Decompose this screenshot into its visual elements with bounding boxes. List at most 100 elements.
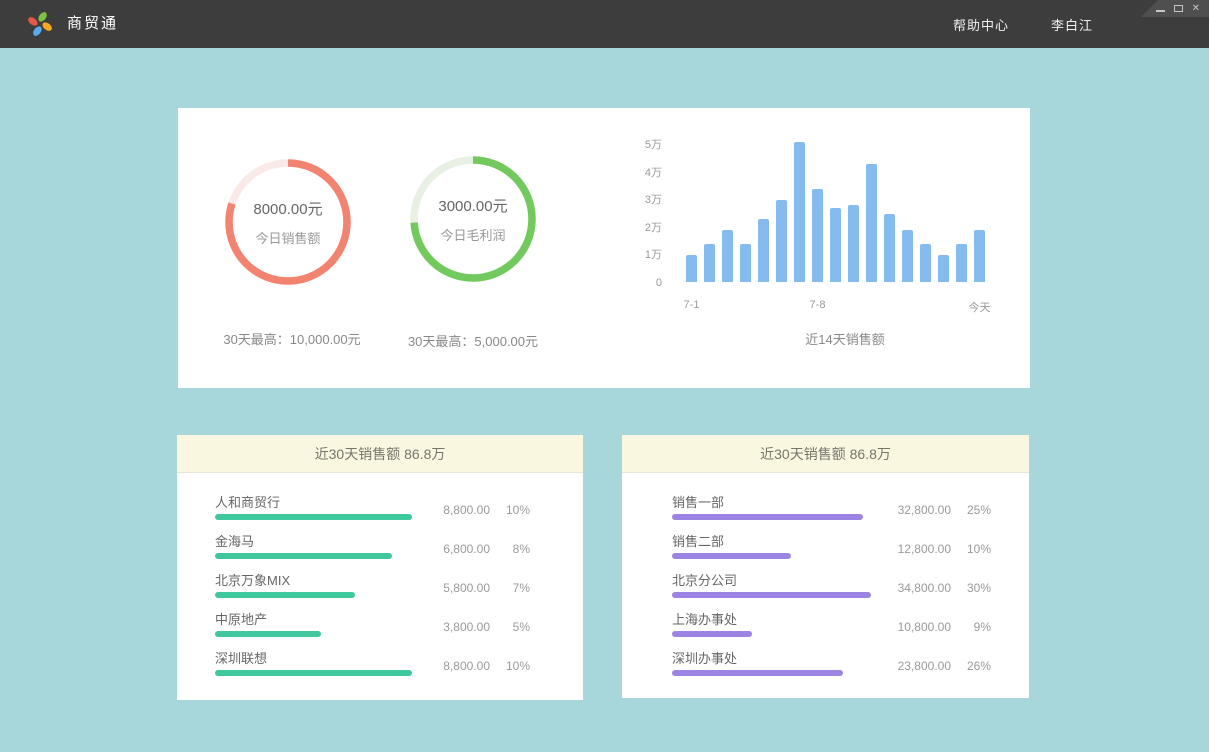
ranking-row-bar <box>672 514 863 520</box>
sales-chart-caption: 近14天销售额 <box>745 329 945 348</box>
ranking-row-amount: 8,800.00 <box>398 659 490 673</box>
ranking-row-value: 6,800.008% <box>398 542 530 556</box>
y-axis-tick-label: 0 <box>608 270 662 298</box>
ranking-row-label: 人和商贸行 <box>215 492 280 511</box>
sales-chart-y-axis: 5万4万3万2万1万0 <box>608 132 662 297</box>
ranking-row: 深圳联想 8,800.0010% <box>177 644 583 683</box>
ranking-row-percent: 9% <box>951 620 991 634</box>
x-axis-tick-label: 7-8 <box>810 299 826 311</box>
daily-sales-bar <box>758 219 769 282</box>
ranking-row-percent: 5% <box>490 620 530 634</box>
daily-sales-bar <box>956 244 967 282</box>
minimize-icon[interactable] <box>1156 10 1165 12</box>
ranking-row: 北京分公司 34,800.0030% <box>622 566 1029 605</box>
ranking-row-label: 金海马 <box>215 531 254 550</box>
ranking-row-percent: 10% <box>951 542 991 556</box>
ranking-row-label: 北京分公司 <box>672 570 737 589</box>
app-logo-pinwheel-icon <box>26 10 54 38</box>
ranking-row: 深圳办事处 23,800.0026% <box>622 644 1029 683</box>
ranking-row-amount: 3,800.00 <box>398 620 490 634</box>
ranking-row: 人和商贸行 8,800.0010% <box>177 488 583 527</box>
ranking-row-value: 23,800.0026% <box>859 659 991 673</box>
window-controls: ✕ <box>1141 0 1209 17</box>
daily-sales-bar <box>974 230 985 282</box>
ranking-row: 销售二部12,800.0010% <box>622 527 1029 566</box>
today-profit-gauge: 3000.00元 今日毛利润 <box>405 151 541 287</box>
department-ranking-card: 近30天销售额 86.8万 销售一部 32,800.0025% 销售二部12,800… <box>622 435 1029 698</box>
customer-ranking-rows: 人和商贸行8,800.0010%金海马6,800.008%北京万象MIX5,80… <box>177 473 583 683</box>
ranking-row-amount: 12,800.00 <box>859 542 951 556</box>
ranking-row-amount: 23,800.00 <box>859 659 951 673</box>
user-menu[interactable]: 李白江 <box>1051 15 1093 34</box>
ranking-row-value: 34,800.0030% <box>859 581 991 595</box>
sales-chart-bars <box>686 141 985 282</box>
ranking-row-label: 北京万象MIX <box>215 570 290 589</box>
ranking-row-bar <box>215 514 412 520</box>
ranking-row-amount: 34,800.00 <box>859 581 951 595</box>
daily-sales-bar <box>902 230 913 282</box>
ranking-row-bar <box>672 592 871 598</box>
profit-30day-max: 30天最高：5,000.00元 <box>353 331 593 350</box>
today-profit-label: 今日毛利润 <box>440 225 505 244</box>
department-ranking-header: 近30天销售额 86.8万 <box>622 435 1029 473</box>
ranking-row-label: 上海办事处 <box>672 609 737 628</box>
department-ranking-rows: 销售一部 32,800.0025% 销售二部12,800.0010% 北京分公司 34,… <box>622 473 1029 683</box>
today-sales-label: 今日销售额 <box>255 228 320 247</box>
ranking-row-value: 8,800.0010% <box>398 659 530 673</box>
ranking-row-amount: 10,800.00 <box>859 620 951 634</box>
ranking-row-bar <box>215 553 392 559</box>
y-axis-tick-label: 5万 <box>608 132 662 160</box>
x-axis-tick-label: 今天 <box>969 299 991 315</box>
today-sales-value: 8000.00元 <box>253 198 322 219</box>
today-sales-gauge: 8000.00元 今日销售额 <box>220 154 356 290</box>
ranking-row-label: 中原地产 <box>215 609 267 628</box>
ranking-row: 销售一部 32,800.0025% <box>622 488 1029 527</box>
ranking-row-percent: 10% <box>490 659 530 673</box>
y-axis-tick-label: 3万 <box>608 187 662 215</box>
ranking-row-value: 3,800.005% <box>398 620 530 634</box>
ranking-row-percent: 26% <box>951 659 991 673</box>
help-center-link[interactable]: 帮助中心 <box>953 15 1009 34</box>
ranking-row-percent: 10% <box>490 503 530 517</box>
ranking-row: 上海办事处 10,800.009% <box>622 605 1029 644</box>
ranking-row-amount: 8,800.00 <box>398 503 490 517</box>
app-title: 商贸通 <box>67 0 118 48</box>
maximize-icon[interactable] <box>1174 5 1183 12</box>
daily-sales-bar <box>776 200 787 282</box>
titlebar: 商贸通 帮助中心 李白江 ✕ <box>0 0 1209 48</box>
daily-sales-bar <box>848 205 859 282</box>
y-axis-tick-label: 1万 <box>608 242 662 270</box>
close-icon[interactable]: ✕ <box>1192 4 1200 14</box>
ranking-row-label: 销售一部 <box>672 492 724 511</box>
ranking-row-label: 深圳办事处 <box>672 648 737 667</box>
ranking-row: 中原地产 3,800.005% <box>177 605 583 644</box>
ranking-row-percent: 30% <box>951 581 991 595</box>
ranking-row-value: 10,800.009% <box>859 620 991 634</box>
ranking-row-amount: 6,800.00 <box>398 542 490 556</box>
sales-chart-x-axis: 7-17-8今天 <box>686 299 985 315</box>
today-profit-value: 3000.00元 <box>438 195 507 216</box>
daily-sales-bar <box>794 142 805 282</box>
ranking-row-value: 32,800.0025% <box>859 503 991 517</box>
ranking-row-value: 5,800.007% <box>398 581 530 595</box>
y-axis-tick-label: 4万 <box>608 160 662 188</box>
ranking-row-bar <box>672 670 843 676</box>
summary-card: 8000.00元 今日销售额 30天最高：10,000.00元 3000.00元… <box>178 108 1030 388</box>
daily-sales-bar <box>938 255 949 282</box>
daily-sales-bar <box>686 255 697 282</box>
ranking-row-percent: 25% <box>951 503 991 517</box>
ranking-row: 北京万象MIX 5,800.007% <box>177 566 583 605</box>
ranking-row-bar <box>215 592 355 598</box>
daily-sales-bar <box>704 244 715 282</box>
daily-sales-bar <box>812 189 823 282</box>
customer-ranking-card: 近30天销售额 86.8万 人和商贸行8,800.0010%金海马6,800.0… <box>177 435 583 700</box>
ranking-row-bar <box>215 631 321 637</box>
ranking-row-bar <box>672 553 791 559</box>
ranking-row-label: 深圳联想 <box>215 648 267 667</box>
daily-sales-bar <box>866 164 877 282</box>
daily-sales-bar <box>884 214 895 282</box>
daily-sales-bar <box>740 244 751 282</box>
ranking-row-amount: 5,800.00 <box>398 581 490 595</box>
customer-ranking-header: 近30天销售额 86.8万 <box>177 435 583 473</box>
ranking-row-percent: 7% <box>490 581 530 595</box>
